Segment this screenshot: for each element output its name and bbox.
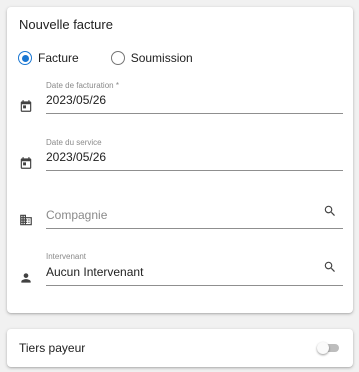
building-icon [20,214,32,226]
calendar-icon[interactable] [19,156,33,170]
radio-soumission-label[interactable]: Soumission [131,51,193,65]
service-date-field[interactable]: Date du service 2023/05/26 [19,138,343,180]
toggle-thumb[interactable] [317,342,329,354]
invoice-type-radio-group: Facture Soumission [18,49,225,67]
radio-facture[interactable]: Facture [18,51,79,65]
field-underline [46,228,343,229]
service-date-label: Date du service [46,138,102,147]
field-underline [46,113,343,114]
field-underline [46,285,343,286]
radio-soumission[interactable]: Soumission [110,51,193,65]
intervenant-field[interactable]: Intervenant Aucun Intervenant [19,251,343,293]
search-icon[interactable] [323,204,337,218]
company-placeholder[interactable]: Compagnie [46,208,107,222]
tiers-payeur-label: Tiers payeur [19,341,86,355]
radio-facture-label[interactable]: Facture [38,51,79,65]
tiers-payeur-toggle[interactable] [317,342,341,354]
tiers-payeur-card: Tiers payeur [7,329,353,367]
field-underline [46,170,343,171]
billing-date-value[interactable]: 2023/05/26 [46,93,106,107]
radio-checked-icon[interactable] [18,51,32,65]
person-icon [21,273,31,283]
invoice-card: Nouvelle facture Facture Soumission Date… [7,7,353,313]
service-date-value[interactable]: 2023/05/26 [46,150,106,164]
radio-unchecked-icon[interactable] [110,51,125,65]
billing-date-field[interactable]: Date de facturation * 2023/05/26 [19,81,343,123]
company-field[interactable]: Compagnie [19,195,343,237]
intervenant-value[interactable]: Aucun Intervenant [46,265,143,279]
search-icon[interactable] [323,260,337,274]
intervenant-label: Intervenant [46,252,87,261]
billing-date-label: Date de facturation * [46,81,119,90]
card-title: Nouvelle facture [19,17,113,32]
calendar-icon[interactable] [19,99,33,113]
